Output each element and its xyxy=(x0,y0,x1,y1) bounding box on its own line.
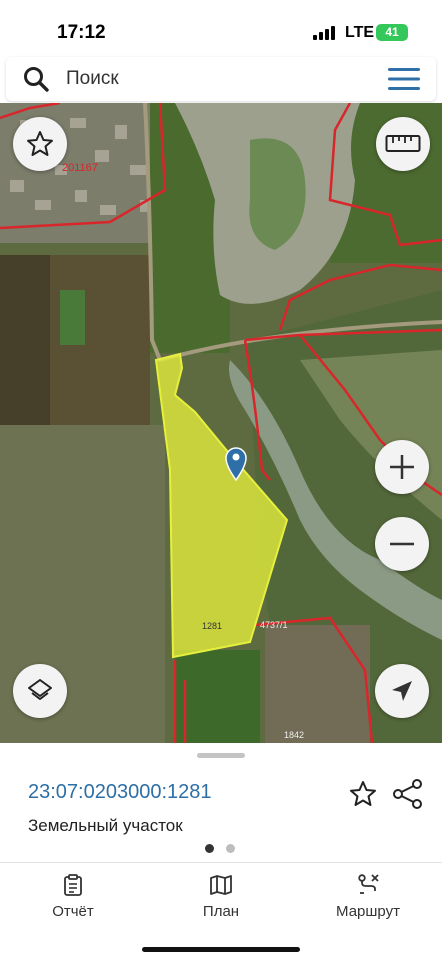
my-location-button[interactable] xyxy=(375,664,429,718)
tab-report-label: Отчёт xyxy=(52,903,94,920)
layers-icon xyxy=(28,679,52,700)
ruler-button[interactable] xyxy=(376,117,430,171)
page-dot xyxy=(226,844,235,853)
parcel-info-sheet[interactable]: 23:07:0203000:1281 Земельный участок xyxy=(0,743,442,863)
status-time: 17:12 xyxy=(57,22,106,43)
star-icon xyxy=(27,131,53,156)
sheet-drag-handle[interactable] xyxy=(197,753,245,758)
zoom-out-button[interactable] xyxy=(375,517,429,571)
zoom-in-button[interactable] xyxy=(375,440,429,494)
tab-route[interactable]: Маршрут xyxy=(313,873,423,933)
ruler-icon xyxy=(385,135,421,152)
status-bar: 17:12 LTE 41 xyxy=(0,0,442,60)
tab-plan-label: План xyxy=(202,903,240,920)
cadastral-number[interactable]: 23:07:0203000:1281 xyxy=(28,781,212,804)
parcel-label-1281: 1281 xyxy=(202,621,222,631)
report-icon xyxy=(64,874,82,896)
satellite-map[interactable]: 201167 1281 4737/1 1842 xyxy=(0,103,442,743)
battery-level: 41 xyxy=(385,25,399,39)
map-plan-icon xyxy=(210,875,232,895)
map-canvas[interactable]: 201167 1281 4737/1 1842 xyxy=(0,103,442,743)
search-bar[interactable]: Поиск xyxy=(6,57,436,101)
route-icon xyxy=(358,874,379,894)
star-icon[interactable] xyxy=(348,779,378,809)
plus-icon xyxy=(390,455,414,479)
home-indicator xyxy=(142,947,300,952)
tab-route-label: Маршрут xyxy=(336,903,400,920)
navigation-arrow-icon xyxy=(392,681,412,701)
battery-icon: 41 xyxy=(376,24,408,41)
search-input[interactable]: Поиск xyxy=(66,68,119,90)
network-type: LTE xyxy=(345,24,375,41)
bottom-tab-bar: Отчёт План Маршрут xyxy=(0,862,442,960)
minus-icon xyxy=(390,542,414,546)
favorite-map-button[interactable] xyxy=(13,117,67,171)
parcel-label-1842: 1842 xyxy=(284,730,304,740)
share-icon[interactable] xyxy=(392,779,424,809)
page-dot-active xyxy=(205,844,214,853)
page-indicator xyxy=(205,844,241,854)
search-icon[interactable] xyxy=(22,65,50,93)
tab-plan[interactable]: План xyxy=(166,873,276,933)
hamburger-menu-icon[interactable] xyxy=(388,68,420,90)
parcel-label-201167: 201167 xyxy=(62,162,98,174)
parcel-type: Земельный участок xyxy=(28,816,183,835)
layers-button[interactable] xyxy=(13,664,67,718)
signal-icon xyxy=(313,26,335,40)
tab-report[interactable]: Отчёт xyxy=(18,873,128,933)
parcel-label-4737: 4737/1 xyxy=(260,620,288,630)
